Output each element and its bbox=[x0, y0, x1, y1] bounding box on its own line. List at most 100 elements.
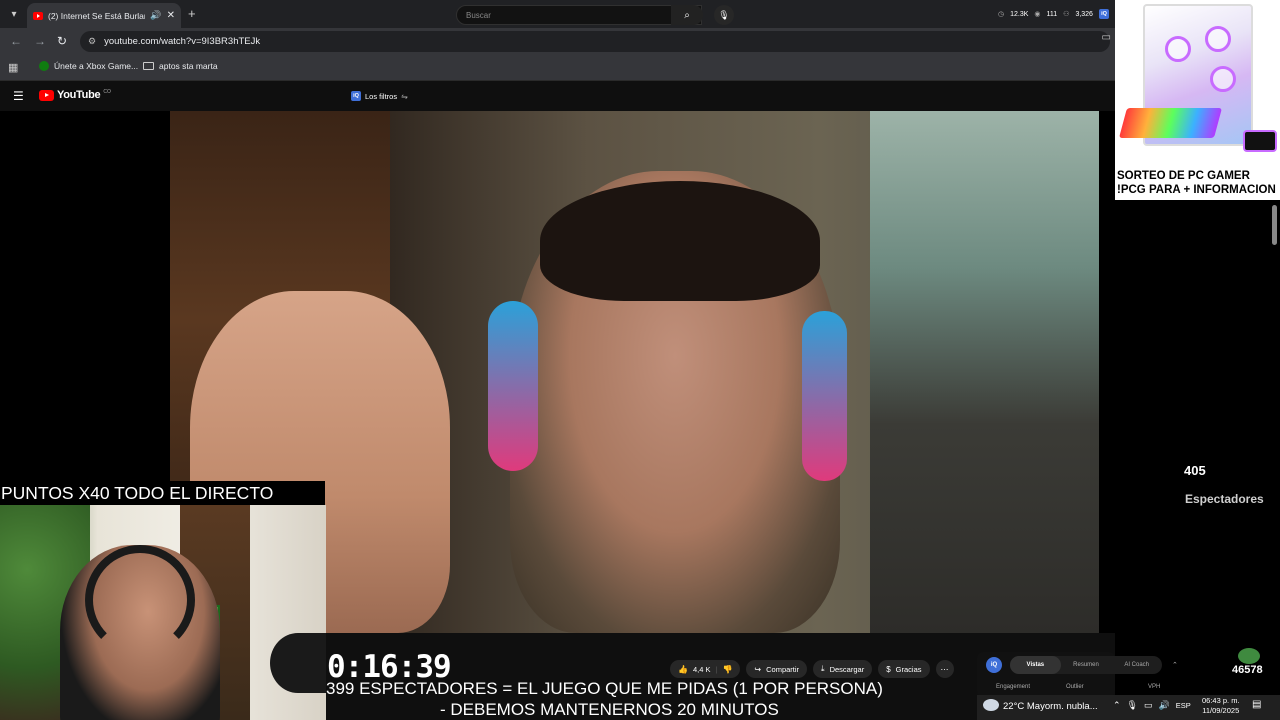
site-info-icon[interactable]: ⚙ bbox=[88, 36, 96, 47]
youtube-logo-text: YouTube bbox=[57, 89, 101, 101]
youtube-header: ☰ YouTube CO iQ Los filtros ⇋ bbox=[0, 81, 1115, 111]
stat-value: 12.3K bbox=[1010, 10, 1029, 18]
xbox-icon bbox=[39, 61, 49, 71]
like-count: 4,4 K bbox=[692, 664, 711, 674]
folder-icon bbox=[143, 62, 154, 70]
emote-count: 46578 bbox=[1232, 664, 1263, 676]
thumbs-down-icon[interactable]: 👎 bbox=[722, 665, 732, 674]
filters-label: Los filtros bbox=[365, 91, 398, 101]
divider: | bbox=[715, 664, 718, 674]
tab-vistas[interactable]: Vistas bbox=[1010, 656, 1061, 674]
url-text: youtube.com/watch?v=9I3BR3hTEJk bbox=[104, 36, 261, 47]
bookmarks-bar: ▦ Únete a Xbox Game... aptos sta marta bbox=[0, 54, 1115, 81]
bookmark-label: Únete a Xbox Game... bbox=[54, 61, 139, 71]
close-tab-icon[interactable]: ✕ bbox=[167, 10, 175, 21]
thumbs-up-icon: 👍 bbox=[678, 664, 688, 674]
more-icon[interactable]: ⋯ bbox=[935, 660, 954, 678]
language-indicator[interactable]: ESP bbox=[1176, 701, 1191, 710]
weather-widget[interactable]: 22°C Mayorm. nubla... bbox=[1003, 701, 1098, 712]
clock-date: 11/09/2025 bbox=[1202, 706, 1240, 715]
iq-icon[interactable]: iQ bbox=[1098, 9, 1109, 19]
download-icon: ⤓ bbox=[821, 664, 825, 673]
download-label: Descargar bbox=[829, 664, 865, 674]
stat-value: 111 bbox=[1046, 10, 1058, 18]
url-field[interactable]: ⚙ youtube.com/watch?v=9I3BR3hTEJk bbox=[80, 31, 1110, 52]
volume-icon[interactable]: 🔊 bbox=[1159, 700, 1170, 711]
search-button[interactable]: ⌕ bbox=[671, 5, 703, 25]
search-placeholder: Buscar bbox=[466, 10, 491, 20]
mic-icon: 🎙 bbox=[718, 9, 730, 20]
streamer-hair bbox=[540, 181, 820, 301]
metric-engagement: Engagement bbox=[996, 684, 1031, 690]
back-icon[interactable]: ← bbox=[10, 34, 22, 48]
thanks-label: Gracias bbox=[895, 664, 922, 674]
users-icon: ⚇ bbox=[1063, 11, 1070, 18]
notification-icon[interactable]: ▤ bbox=[1252, 699, 1261, 710]
fan-icon bbox=[1205, 26, 1231, 52]
download-button[interactable]: ⤓ Descargar bbox=[813, 660, 873, 678]
iq-tabs: Vistas Resumen AI Coach bbox=[1010, 656, 1162, 674]
voice-search-button[interactable]: 🎙 bbox=[714, 5, 734, 25]
new-tab-icon[interactable]: + bbox=[188, 6, 196, 21]
microphone bbox=[270, 633, 326, 693]
tab-resumen[interactable]: Resumen bbox=[1061, 656, 1112, 674]
mic-icon[interactable]: 🎙 bbox=[1127, 700, 1138, 711]
bookmark-folder[interactable]: aptos sta marta bbox=[143, 61, 218, 71]
ad-subtitle: !PCG PARA + INFORMACION bbox=[1117, 184, 1276, 196]
subtitle-line-2: - DEBEMOS MANTENERNOS 20 MINUTOS bbox=[440, 700, 779, 719]
tab-title: (2) Internet Se Está Burlando bbox=[48, 10, 145, 21]
like-button[interactable]: 👍 4,4 K | 👎 bbox=[670, 660, 741, 678]
screen: ▾ (2) Internet Se Está Burlando 🔊 ✕ + ← … bbox=[0, 0, 1280, 720]
channel-stats: ◷ 12.3K ◉ 111 ⚇ 3,326 iQ bbox=[998, 9, 1109, 19]
robot-figure bbox=[870, 111, 1099, 633]
webcam-overlay bbox=[0, 505, 326, 720]
mousepad-image bbox=[1243, 130, 1277, 152]
clock-time: 06:43 p. m. bbox=[1202, 696, 1240, 705]
menu-icon[interactable]: ☰ bbox=[13, 89, 24, 103]
iq-logo-icon[interactable]: iQ bbox=[986, 657, 1002, 673]
monitor-icon[interactable]: ▭ bbox=[1144, 700, 1153, 711]
webcam-headset bbox=[85, 545, 195, 655]
tab-ai-coach[interactable]: AI Coach bbox=[1111, 656, 1162, 674]
metric-vph: VPH bbox=[1148, 684, 1161, 690]
chevron-up-icon[interactable]: ⌃ bbox=[1113, 700, 1121, 711]
forward-icon[interactable]: → bbox=[34, 34, 46, 48]
tab-search-icon[interactable]: ▾ bbox=[5, 5, 23, 23]
clock-icon: ◷ bbox=[998, 11, 1005, 18]
iq-metrics: Engagement Outlier VPH bbox=[996, 684, 1160, 690]
browser-tab[interactable]: (2) Internet Se Está Burlando 🔊 ✕ bbox=[27, 3, 181, 28]
collapse-icon[interactable]: ⌃ bbox=[1172, 661, 1178, 669]
viewer-panel bbox=[1115, 200, 1280, 720]
frog-emote-icon bbox=[1238, 648, 1260, 664]
country-code: CO bbox=[103, 89, 111, 95]
reload-icon[interactable]: ↻ bbox=[57, 34, 67, 48]
speaker-icon[interactable]: 🔊 bbox=[150, 10, 161, 21]
cloud-icon bbox=[983, 699, 999, 711]
metric-outlier: Outlier bbox=[1066, 684, 1084, 690]
apps-grid-icon[interactable]: ▦ bbox=[8, 61, 18, 74]
subtitle-line-1: 399 ESPECTADORES = EL JUEGO QUE ME PIDAS… bbox=[326, 679, 883, 698]
thanks-button[interactable]: $ Gracias bbox=[878, 660, 930, 678]
action-buttons: 👍 4,4 K | 👎 ↪ Compartir ⤓ Descargar $ Gr… bbox=[670, 660, 954, 678]
headset-left bbox=[488, 301, 538, 471]
youtube-favicon-icon bbox=[33, 11, 43, 20]
system-tray: ⌃ 🎙 ▭ 🔊 ESP bbox=[1113, 700, 1191, 711]
filters-button[interactable]: iQ Los filtros ⇋ bbox=[345, 87, 414, 105]
scrollbar[interactable] bbox=[1272, 205, 1277, 245]
bookmark-xbox[interactable]: Únete a Xbox Game... bbox=[39, 61, 138, 71]
fan-icon bbox=[1165, 36, 1191, 62]
share-button[interactable]: ↪ Compartir bbox=[746, 660, 808, 678]
taskbar-clock[interactable]: 06:43 p. m. 11/09/2025 bbox=[1202, 696, 1240, 716]
points-banner: PUNTOS X40 TODO EL DIRECTO bbox=[0, 481, 325, 505]
headset-right bbox=[802, 311, 847, 481]
stat-value: 3,326 bbox=[1075, 10, 1093, 18]
search-input[interactable]: Buscar bbox=[456, 5, 702, 25]
iq-icon: iQ bbox=[351, 91, 361, 101]
cast-icon[interactable]: ▭ bbox=[1102, 32, 1111, 43]
youtube-play-icon bbox=[39, 89, 54, 101]
sliders-icon: ⇋ bbox=[401, 91, 408, 101]
ad-title: SORTEO DE PC GAMER bbox=[1117, 170, 1250, 182]
thanks-icon: $ bbox=[886, 664, 891, 674]
youtube-logo[interactable]: YouTube CO bbox=[39, 89, 111, 101]
giveaway-ad: SORTEO DE PC GAMER !PCG PARA + INFORMACI… bbox=[1115, 0, 1280, 200]
